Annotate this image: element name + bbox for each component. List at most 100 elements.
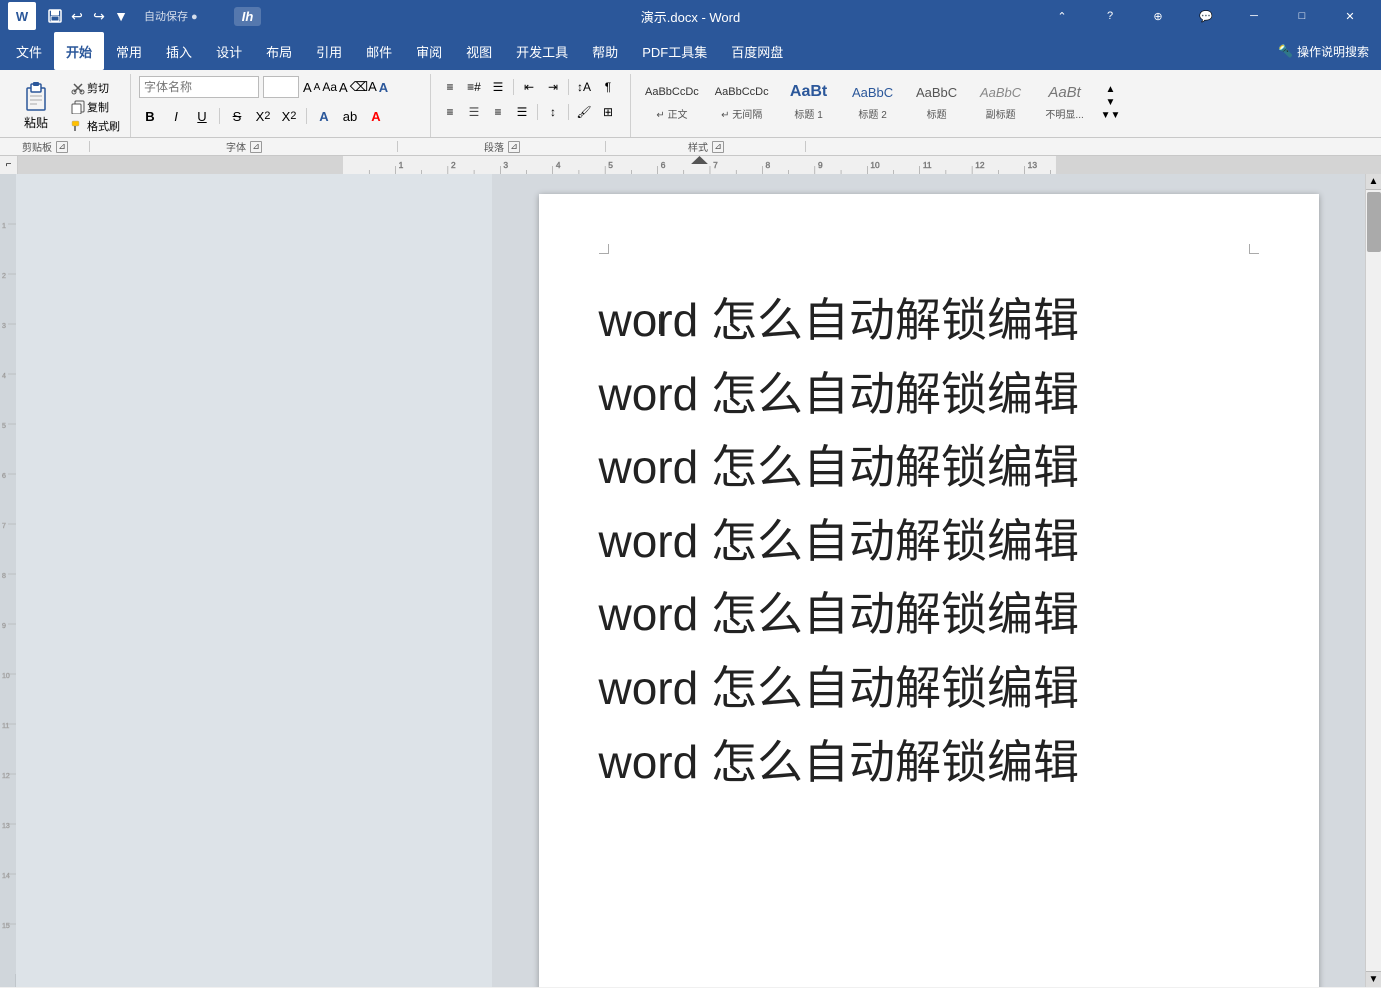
menu-references[interactable]: 引用 [304, 32, 354, 70]
font-color-button[interactable]: A [365, 105, 387, 127]
customize-icon[interactable]: ▼ [112, 7, 130, 25]
align-center-button[interactable]: ☰ [463, 101, 485, 123]
scroll-down-btn[interactable]: ▼ [1366, 971, 1381, 987]
subscript-button[interactable]: X2 [252, 105, 274, 127]
font-bottom-row: B I U S X2 X2 A ab A [139, 105, 387, 127]
comments-btn[interactable]: 💬 [1183, 0, 1229, 32]
copy-button[interactable]: 复制 [69, 98, 122, 116]
document-page[interactable]: word 怎么自动解锁编辑word 怎么自动解锁编辑word 怎么自动解锁编辑w… [539, 194, 1319, 987]
italic-button[interactable]: I [165, 105, 187, 127]
menu-developer[interactable]: 开发工具 [504, 32, 580, 70]
doc-line-6[interactable]: word 怎么自动解锁编辑 [599, 652, 1259, 726]
save-icon[interactable] [46, 7, 64, 25]
ribbon-group-styles: AaBbCcDc ↵ 正文 AaBbCcDc ↵ 无间隔 AaBt 标题 1 A… [631, 74, 1151, 137]
bullets-button[interactable]: ≡ [439, 76, 461, 98]
menu-help[interactable]: 帮助 [580, 32, 630, 70]
redo-icon[interactable]: ↪ [90, 7, 108, 25]
paragraph-expand-btn[interactable]: ⊿ [508, 141, 520, 153]
menu-home[interactable]: 开始 [54, 32, 104, 70]
menu-common[interactable]: 常用 [104, 32, 154, 70]
underline-button[interactable]: U [191, 105, 213, 127]
font-size-increase-icon[interactable]: A [303, 80, 312, 95]
styles-expand-btn[interactable]: ▼▼ [1101, 110, 1121, 121]
increase-indent-button[interactable]: ⇥ [542, 76, 564, 98]
document-content[interactable]: word 怎么自动解锁编辑word 怎么自动解锁编辑word 怎么自动解锁编辑w… [599, 284, 1259, 799]
doc-line-5[interactable]: word 怎么自动解锁编辑 [599, 578, 1259, 652]
menu-design[interactable]: 设计 [204, 32, 254, 70]
borders-button[interactable]: ⊞ [597, 101, 619, 123]
decrease-indent-button[interactable]: ⇤ [518, 76, 540, 98]
text-highlight-icon[interactable]: A [339, 80, 348, 95]
doc-line-7[interactable]: word 怎么自动解锁编辑 [599, 726, 1259, 800]
style-heading2[interactable]: AaBbC 标题 2 [843, 76, 903, 123]
vertical-scrollbar[interactable]: ▲ ▼ [1365, 174, 1381, 987]
doc-line-3[interactable]: word 怎么自动解锁编辑 [599, 431, 1259, 505]
bold-button[interactable]: B [139, 105, 161, 127]
styles-down-btn[interactable]: ▼ [1101, 97, 1121, 108]
scroll-up-btn[interactable]: ▲ [1366, 174, 1381, 190]
strikethrough-button[interactable]: S [226, 105, 248, 127]
doc-line-1[interactable]: word 怎么自动解锁编辑 [599, 284, 1259, 358]
menu-mailings[interactable]: 邮件 [354, 32, 404, 70]
maximize-btn[interactable]: □ [1279, 0, 1325, 32]
style-subtitle[interactable]: AaBbC 副标题 [971, 76, 1031, 123]
help-btn[interactable]: ? [1087, 0, 1133, 32]
ruler-corner[interactable]: ⌐ [0, 156, 18, 174]
format-painter-button[interactable]: 格式刷 [69, 117, 122, 135]
superscript-button[interactable]: X2 [278, 105, 300, 127]
font-size-input[interactable] [263, 76, 299, 98]
svg-text:1: 1 [399, 161, 404, 170]
style-heading2-label: 标题 2 [858, 106, 886, 121]
style-subtle[interactable]: AaBt 不明显... [1035, 76, 1095, 123]
share-btn[interactable]: ⊕ [1135, 0, 1181, 32]
svg-text:10: 10 [2, 673, 10, 680]
svg-text:8: 8 [766, 161, 771, 170]
font-size-decrease-icon[interactable]: A [314, 82, 321, 93]
menu-pdf[interactable]: PDF工具集 [630, 32, 719, 70]
clear-format-icon[interactable]: ⌫A [350, 79, 377, 95]
menu-layout[interactable]: 布局 [254, 32, 304, 70]
scroll-thumb[interactable] [1367, 192, 1381, 252]
clipboard-expand-btn[interactable]: ⊿ [56, 141, 68, 153]
font-name-input[interactable] [139, 76, 259, 98]
styles-up-btn[interactable]: ▲ [1101, 84, 1121, 95]
text-highlight-color-button[interactable]: ab [339, 105, 361, 127]
document-area[interactable]: word 怎么自动解锁编辑word 怎么自动解锁编辑word 怎么自动解锁编辑w… [492, 174, 1365, 987]
numbering-button[interactable]: ≡# [463, 76, 485, 98]
font-expand-btn[interactable]: ⊿ [250, 141, 262, 153]
clipboard-group-content: 粘贴 剪切 复制 格式刷 [12, 76, 122, 137]
undo-icon[interactable]: ↩ [68, 7, 86, 25]
ribbon-collapse-btn[interactable]: ⌃ [1039, 0, 1085, 32]
style-normal[interactable]: AaBbCcDc ↵ 正文 [639, 76, 705, 123]
menu-insert[interactable]: 插入 [154, 32, 204, 70]
style-heading[interactable]: AaBbC 标题 [907, 76, 967, 123]
multilevel-list-button[interactable]: ☰ [487, 76, 509, 98]
style-no-spacing[interactable]: AaBbCcDc ↵ 无间隔 [709, 76, 775, 123]
menu-help-search[interactable]: 🔦操作说明搜索 [1270, 32, 1377, 70]
menu-file[interactable]: 文件 [4, 32, 54, 70]
minimize-btn[interactable]: ─ [1231, 0, 1277, 32]
paste-button[interactable]: 粘贴 [12, 76, 60, 137]
menu-baidu[interactable]: 百度网盘 [719, 32, 795, 70]
doc-line-4[interactable]: word 怎么自动解锁编辑 [599, 505, 1259, 579]
font-a-icon[interactable]: A [379, 80, 388, 95]
doc-line-2[interactable]: word 怎么自动解锁编辑 [599, 358, 1259, 432]
text-effect-button[interactable]: A [313, 105, 335, 127]
justify-button[interactable]: ☰ [511, 101, 533, 123]
styles-expand-btn[interactable]: ⊿ [712, 141, 724, 153]
style-heading1[interactable]: AaBt 标题 1 [779, 76, 839, 123]
font-size-controls: A A Aa A ⌫A A [303, 79, 388, 95]
sort-button[interactable]: ↕A [573, 76, 595, 98]
style-more[interactable]: ▲ ▼ ▼▼ [1099, 76, 1123, 123]
title-left: W ↩ ↪ ▼ 自动保存 ● Ih [8, 2, 261, 30]
align-left-button[interactable]: ≡ [439, 101, 461, 123]
align-right-button[interactable]: ≡ [487, 101, 509, 123]
menu-view[interactable]: 视图 [454, 32, 504, 70]
close-btn[interactable]: ✕ [1327, 0, 1373, 32]
font-case-icon[interactable]: Aa [322, 80, 337, 94]
shading-button[interactable]: 🖌 [573, 101, 595, 123]
cut-button[interactable]: 剪切 [69, 79, 122, 97]
line-spacing-button[interactable]: ↕ [542, 101, 564, 123]
show-formatting-button[interactable]: ¶ [597, 76, 619, 98]
menu-review[interactable]: 审阅 [404, 32, 454, 70]
